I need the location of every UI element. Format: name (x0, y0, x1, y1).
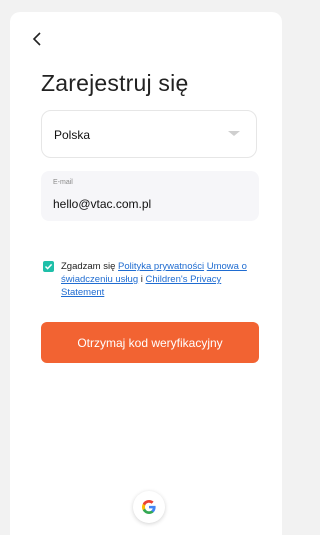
email-value: hello@vtac.com.pl (53, 197, 152, 211)
caret-down-icon (228, 131, 240, 136)
google-login-button[interactable] (133, 491, 165, 523)
country-value: Polska (54, 128, 91, 142)
consent-prefix: Zgadzam się (61, 261, 119, 272)
consent-conjunction: i (138, 274, 146, 285)
back-button[interactable] (26, 28, 48, 50)
consent-text: Zgadzam się Polityka prywatności Umowa o… (61, 260, 263, 299)
check-icon (44, 263, 53, 270)
page-title: Zarejestruj się (41, 70, 189, 96)
get-verification-code-button[interactable]: Otrzymaj kod weryfikacyjny (41, 322, 259, 363)
email-label: E-mail (53, 179, 73, 186)
privacy-policy-link[interactable]: Polityka prywatności (118, 261, 204, 272)
consent-block: Zgadzam się Polityka prywatności Umowa o… (41, 260, 263, 299)
email-field[interactable]: E-mail hello@vtac.com.pl (41, 171, 259, 221)
chevron-left-icon (32, 32, 41, 46)
consent-checkbox[interactable] (43, 261, 54, 272)
country-select[interactable]: Polska (41, 110, 257, 158)
google-icon (142, 500, 156, 514)
register-screen: Zarejestruj się Polska E-mail hello@vtac… (10, 12, 282, 535)
